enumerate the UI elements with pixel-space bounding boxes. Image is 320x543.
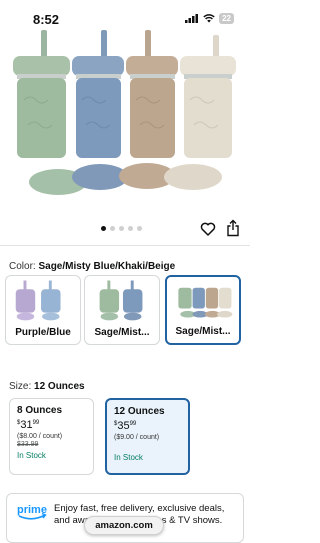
size-selected-value: 12 Ounces xyxy=(34,381,85,392)
wifi-icon xyxy=(203,14,215,23)
per-count-price: ($8.00 / count) xyxy=(17,433,63,440)
per-count-price: ($9.00 / count) xyxy=(114,434,160,441)
signal-icon xyxy=(185,14,199,23)
size-label: Size: xyxy=(9,381,32,392)
carousel-dot[interactable] xyxy=(128,226,133,231)
price: $3599 xyxy=(114,420,181,432)
divider xyxy=(0,245,250,246)
color-selection-label: Color: Sage/Misty Blue/Khaki/Beige xyxy=(9,261,175,272)
price-fraction: 99 xyxy=(129,421,137,427)
color-option-sage-misty[interactable]: Sage/Mist... xyxy=(84,275,160,345)
product-image[interactable] xyxy=(0,30,250,220)
size-option-8-ounces[interactable]: 8 Ounces $3199 ($8.00 / count) $33.99 In… xyxy=(9,398,94,475)
battery-icon: 22 xyxy=(219,13,234,24)
carousel-dot[interactable] xyxy=(110,226,115,231)
currency-symbol: $ xyxy=(114,421,118,427)
carousel-dot[interactable] xyxy=(101,226,106,231)
status-time: 8:52 xyxy=(33,12,60,27)
share-icon[interactable] xyxy=(226,219,240,237)
price: $3199 xyxy=(17,419,86,431)
size-title: 12 Ounces xyxy=(114,406,165,417)
swatch-label: Sage/Mist... xyxy=(175,326,231,337)
size-title: 8 Ounces xyxy=(17,405,63,416)
swatch-label: Sage/Mist... xyxy=(94,327,150,338)
size-option-12-ounces[interactable]: 12 Ounces $3599 ($9.00 / count) In Stock xyxy=(105,398,190,475)
color-option-sage-misty-khaki-beige[interactable]: Sage/Mist... xyxy=(165,275,241,345)
swatch-label: Purple/Blue xyxy=(15,327,71,338)
price-fraction: 99 xyxy=(32,420,40,426)
status-icons: 22 xyxy=(185,13,234,24)
stock-status: In Stock xyxy=(17,451,46,460)
swatch-image xyxy=(15,280,61,321)
carousel-dot[interactable] xyxy=(137,226,142,231)
swatch-image xyxy=(178,287,233,318)
list-price: $33.99 xyxy=(17,441,39,448)
color-selected-value: Sage/Misty Blue/Khaki/Beige xyxy=(38,261,176,272)
prime-logo: prime xyxy=(17,504,47,520)
swatch-image xyxy=(99,280,143,321)
carousel-dot[interactable] xyxy=(119,226,124,231)
carousel-dots xyxy=(101,226,142,231)
stock-status: In Stock xyxy=(114,453,143,462)
price-whole: 35 xyxy=(117,420,130,432)
heart-icon[interactable] xyxy=(200,221,216,237)
browser-url-bar[interactable]: amazon.com xyxy=(84,516,164,535)
color-option-purple-blue[interactable]: Purple/Blue xyxy=(5,275,81,345)
currency-symbol: $ xyxy=(17,420,21,426)
size-selection-label: Size: 12 Ounces xyxy=(9,381,85,392)
color-label: Color: xyxy=(9,261,36,272)
price-whole: 31 xyxy=(20,419,33,431)
